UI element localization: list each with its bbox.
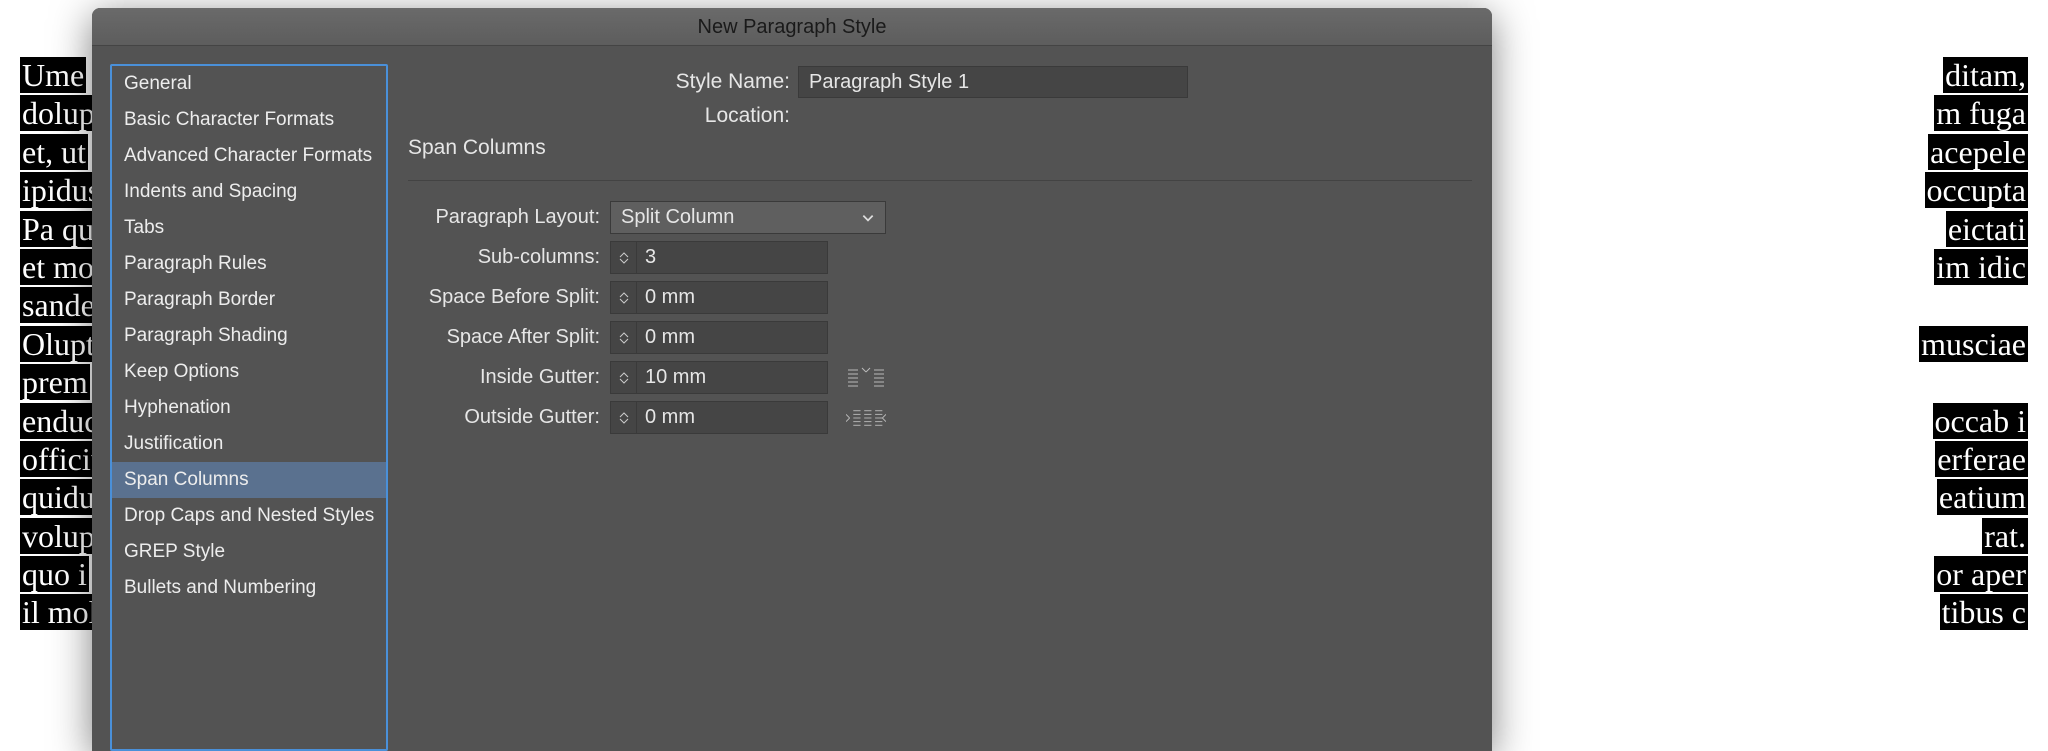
space-before-stepper[interactable]: 0 mm xyxy=(610,281,828,314)
paragraph-layout-label: Paragraph Layout: xyxy=(408,206,610,229)
sidebar-item[interactable]: Indents and Spacing xyxy=(112,174,386,210)
paragraph-layout-value: Split Column xyxy=(621,206,734,229)
sidebar-item[interactable]: Hyphenation xyxy=(112,390,386,426)
sidebar-item[interactable]: Keep Options xyxy=(112,354,386,390)
dialog-titlebar[interactable]: New Paragraph Style xyxy=(92,8,1492,46)
sidebar-item[interactable]: Justification xyxy=(112,426,386,462)
space-after-stepper[interactable]: 0 mm xyxy=(610,321,828,354)
chevron-down-icon xyxy=(861,211,875,225)
sidebar-item[interactable]: Tabs xyxy=(112,210,386,246)
space-after-value[interactable]: 0 mm xyxy=(637,322,827,353)
outside-gutter-value[interactable]: 0 mm xyxy=(637,402,827,433)
sidebar-item[interactable]: Paragraph Rules xyxy=(112,246,386,282)
sub-columns-stepper[interactable]: 3 xyxy=(610,241,828,274)
sub-columns-value[interactable]: 3 xyxy=(637,242,827,273)
sidebar-item[interactable]: Advanced Character Formats xyxy=(112,138,386,174)
sub-columns-label: Sub-columns: xyxy=(408,246,610,269)
stepper-arrows-icon[interactable] xyxy=(611,242,637,273)
inside-gutter-icon xyxy=(846,366,886,390)
outside-gutter-label: Outside Gutter: xyxy=(408,406,610,429)
style-name-label: Style Name: xyxy=(408,70,798,94)
stepper-arrows-icon[interactable] xyxy=(611,362,637,393)
style-name-input[interactable] xyxy=(798,66,1188,98)
inside-gutter-value[interactable]: 10 mm xyxy=(637,362,827,393)
category-sidebar[interactable]: GeneralBasic Character FormatsAdvanced C… xyxy=(110,64,388,751)
inside-gutter-label: Inside Gutter: xyxy=(408,366,610,389)
stepper-arrows-icon[interactable] xyxy=(611,402,637,433)
space-before-value[interactable]: 0 mm xyxy=(637,282,827,313)
paragraph-layout-select[interactable]: Split Column xyxy=(610,201,886,234)
separator xyxy=(408,180,1472,181)
sidebar-item[interactable]: Span Columns xyxy=(112,462,386,498)
sidebar-item[interactable]: GREP Style xyxy=(112,534,386,570)
inside-gutter-stepper[interactable]: 10 mm xyxy=(610,361,828,394)
content-panel: Style Name: Location: Span Columns Parag… xyxy=(396,46,1492,751)
bg-text-right: ditam,m fugaacepeleoccuptaeictatiim idic… xyxy=(1919,0,2048,652)
new-paragraph-style-dialog: New Paragraph Style GeneralBasic Charact… xyxy=(92,8,1492,751)
sidebar-item[interactable]: Drop Caps and Nested Styles xyxy=(112,498,386,534)
outside-gutter-icon xyxy=(846,406,886,430)
space-before-label: Space Before Split: xyxy=(408,286,610,309)
sidebar-item[interactable]: Bullets and Numbering xyxy=(112,570,386,606)
sidebar-item[interactable]: Paragraph Border xyxy=(112,282,386,318)
section-title: Span Columns xyxy=(408,136,1472,160)
location-label: Location: xyxy=(408,104,798,128)
stepper-arrows-icon[interactable] xyxy=(611,282,637,313)
sidebar-item[interactable]: Paragraph Shading xyxy=(112,318,386,354)
outside-gutter-stepper[interactable]: 0 mm xyxy=(610,401,828,434)
stepper-arrows-icon[interactable] xyxy=(611,322,637,353)
sidebar-item[interactable]: General xyxy=(112,66,386,102)
sidebar-item[interactable]: Basic Character Formats xyxy=(112,102,386,138)
space-after-label: Space After Split: xyxy=(408,326,610,349)
